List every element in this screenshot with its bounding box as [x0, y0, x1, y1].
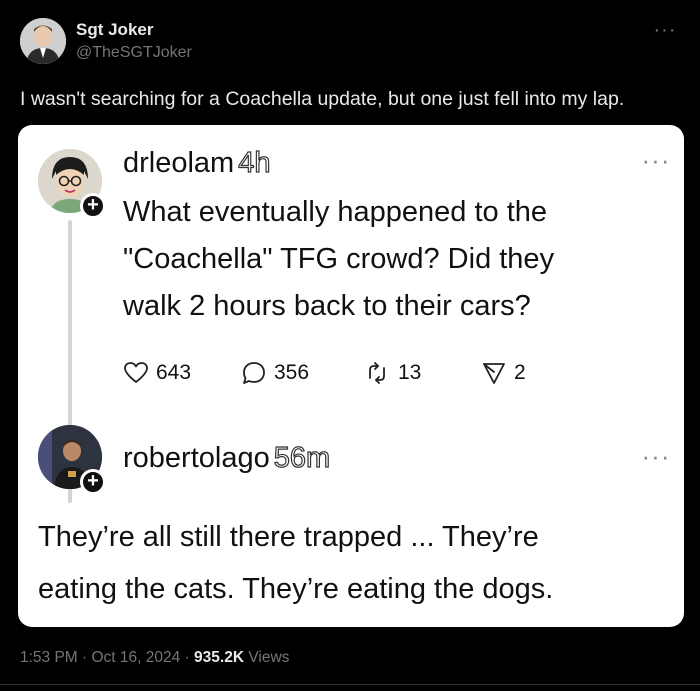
robertolago-post-text: They’re all still there trapped ... They…	[38, 511, 553, 615]
drleolam-username[interactable]: drleolam 4h	[123, 146, 271, 180]
follow-plus-icon[interactable]: +	[80, 193, 106, 219]
tweet-metadata: 1:53 PM · Oct 16, 2024 · 935.2K Views	[20, 649, 289, 667]
tweet: Sgt Joker @TheSGTJoker ··· I wasn't sear…	[0, 0, 700, 691]
engagement-bar: 643 356 13 2	[123, 357, 563, 389]
author-avatar[interactable]	[20, 18, 66, 64]
username-text: drleolam	[123, 147, 235, 179]
drleolam-post-text: What eventually happened to the "Coachel…	[123, 189, 554, 330]
post-line: "Coachella" TFG crowd? Did they	[123, 243, 555, 275]
post-line: What eventually happened to the	[123, 196, 548, 228]
repost-icon	[369, 362, 385, 384]
follow-plus-icon[interactable]: +	[80, 469, 106, 495]
more-options-icon[interactable]: ···	[650, 20, 680, 44]
share-count: 2	[514, 361, 526, 384]
like-button[interactable]: 643	[123, 357, 191, 389]
username-text: robertolago	[123, 442, 270, 474]
repost-button[interactable]: 13	[363, 357, 421, 389]
heart-icon	[124, 362, 148, 383]
views-label: Views	[244, 649, 290, 666]
views-count: 935.2K	[194, 649, 245, 666]
author-name[interactable]: Sgt Joker	[76, 20, 153, 40]
reply-button[interactable]: 356	[241, 357, 309, 389]
tweet-text: I wasn't searching for a Coachella updat…	[20, 88, 625, 110]
embedded-screenshot: + drleolam 4h ··· What eventually happene…	[18, 125, 684, 627]
reply-count: 356	[274, 361, 310, 384]
post-line: They’re all still there trapped ... They…	[38, 521, 539, 553]
post-line: walk 2 hours back to their cars?	[123, 290, 531, 322]
post-line: eating the cats. They’re eating the dogs…	[38, 573, 554, 605]
more-options-icon[interactable]: ···	[636, 147, 676, 175]
time-ago: 4h	[238, 146, 271, 179]
more-options-icon[interactable]: ···	[636, 443, 676, 471]
time-ago: 56m	[273, 441, 331, 474]
author-handle[interactable]: @TheSGTJoker	[76, 44, 192, 62]
divider	[0, 684, 700, 685]
robertolago-username[interactable]: robertolago 56m	[123, 441, 331, 475]
timestamp[interactable]: 1:53 PM · Oct 16, 2024 ·	[20, 649, 194, 666]
repost-count: 13	[398, 361, 422, 384]
like-count: 643	[156, 361, 192, 384]
send-triangle-icon	[483, 363, 505, 384]
share-button[interactable]: 2	[481, 357, 526, 389]
profile-photo-icon	[20, 18, 66, 64]
comment-bubble-icon	[243, 362, 265, 384]
